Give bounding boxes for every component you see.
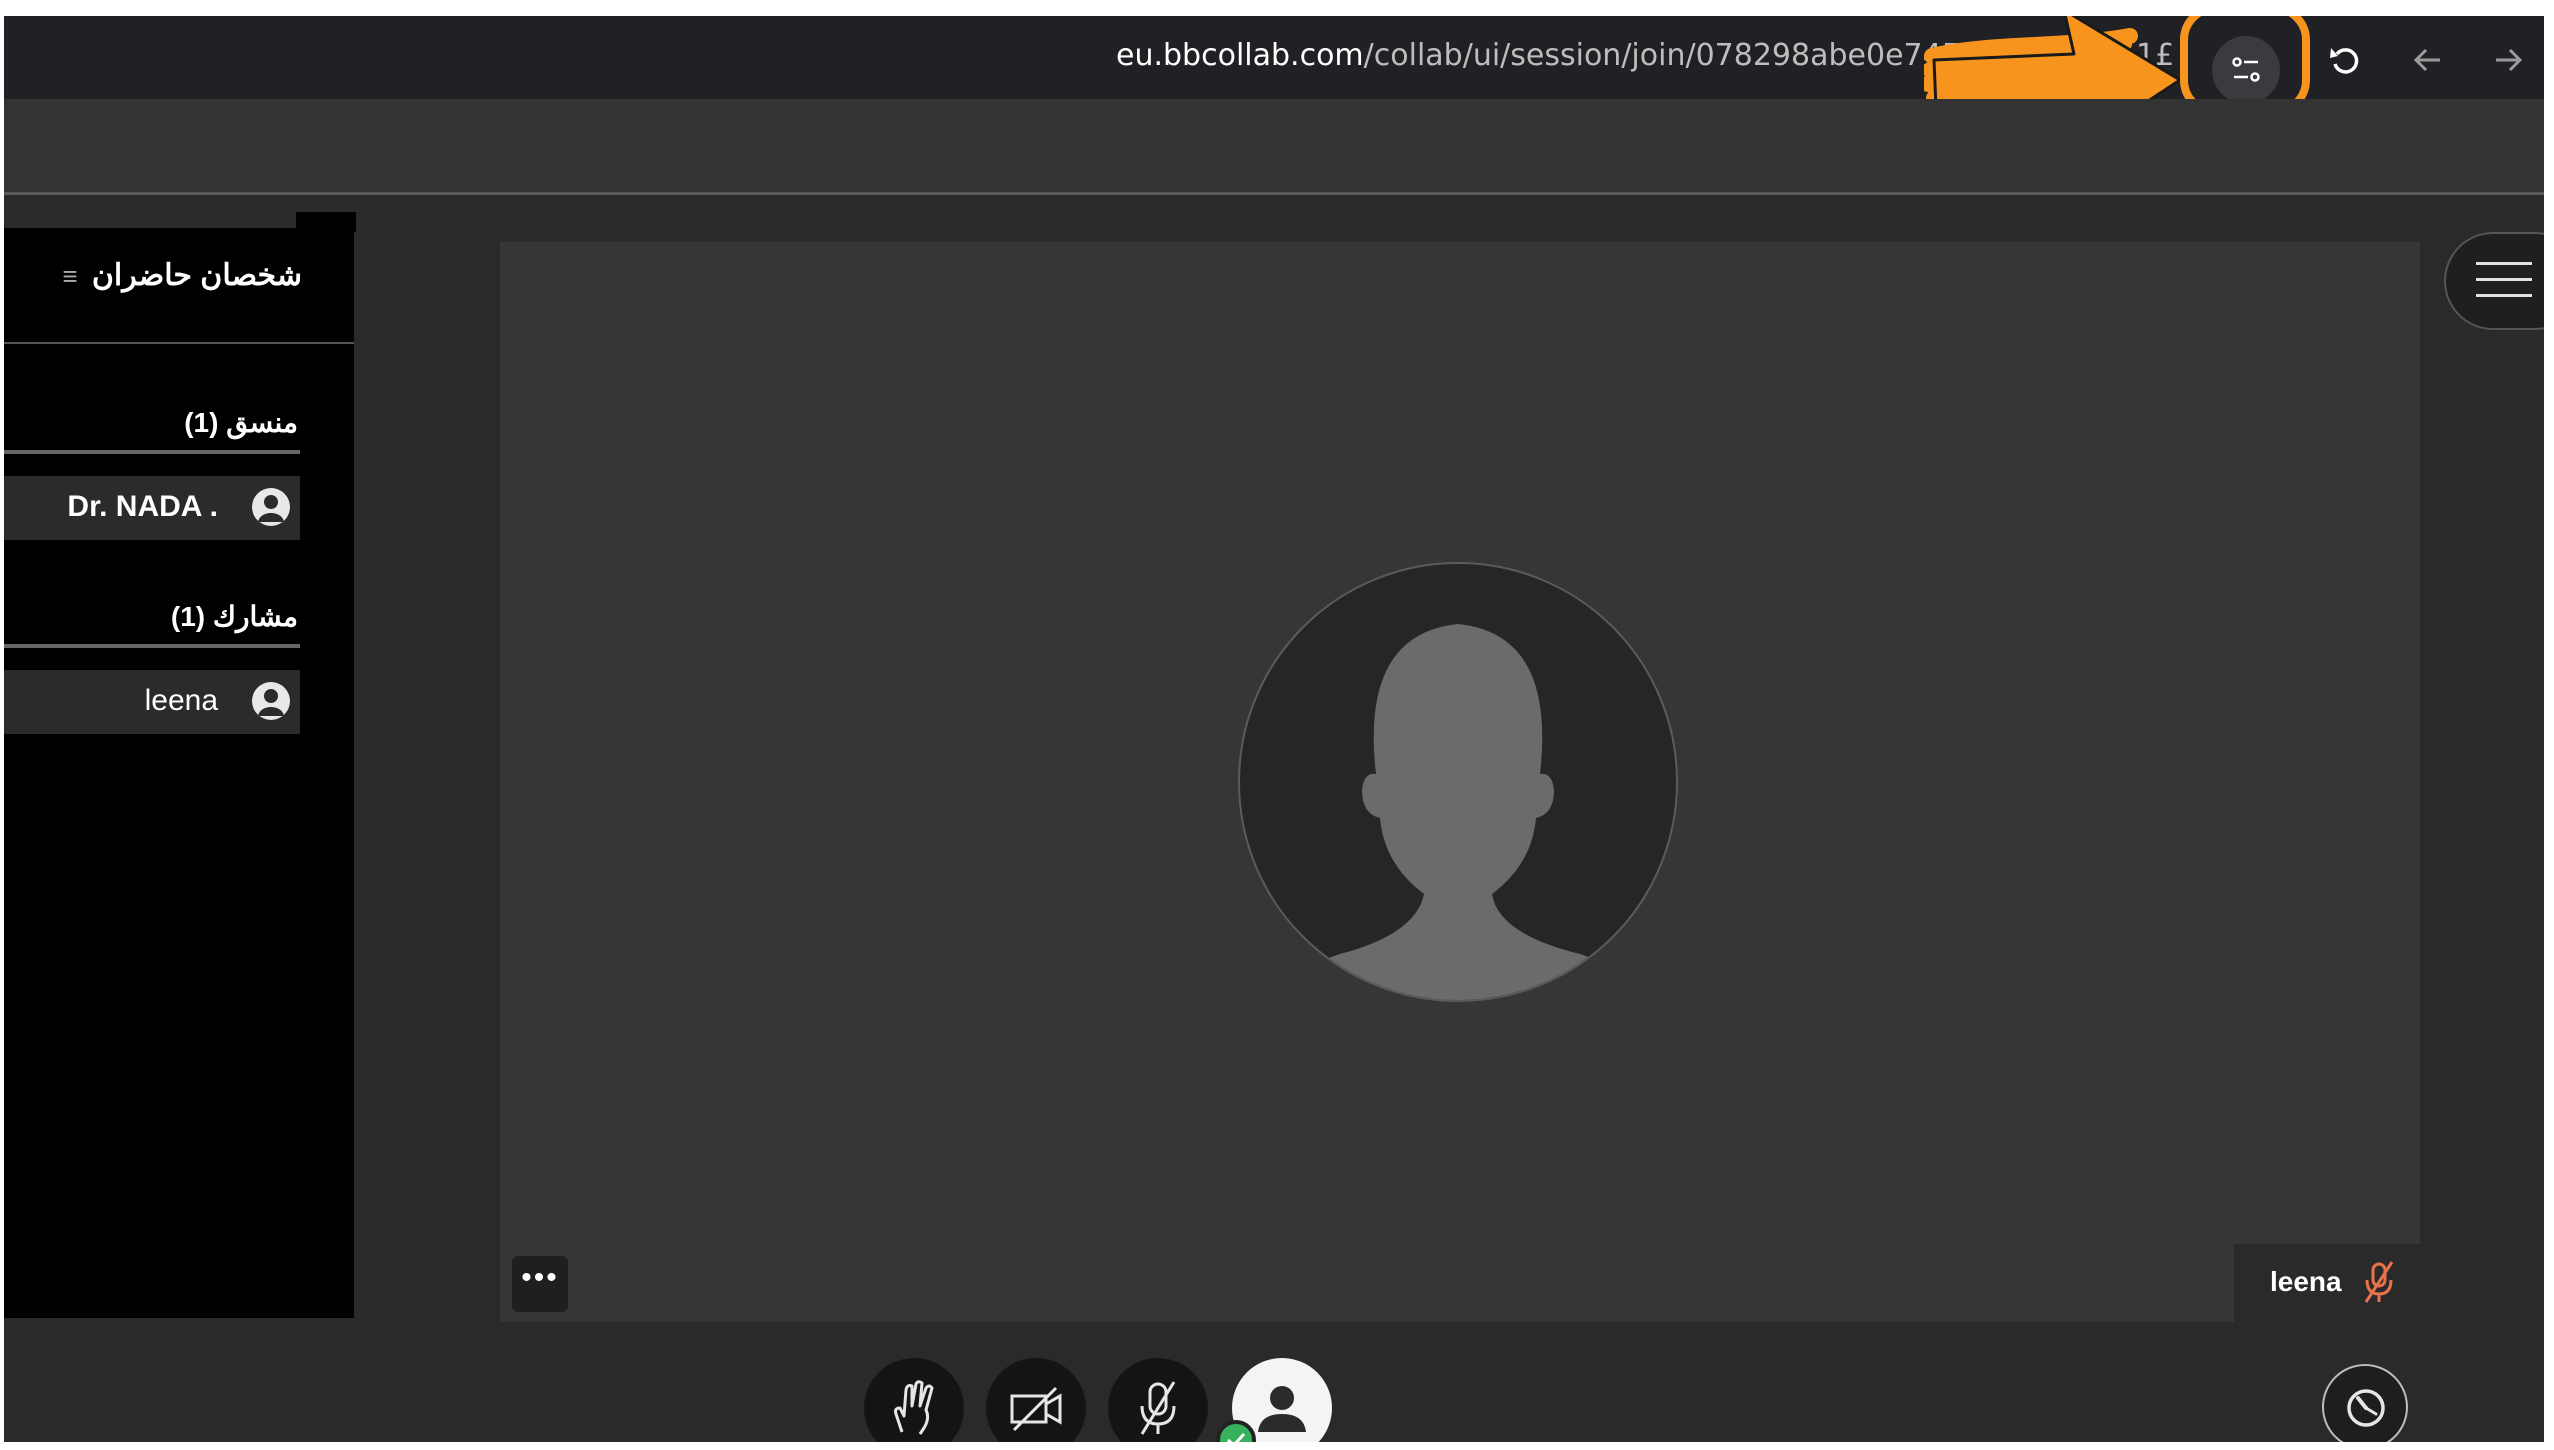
open-panel-button[interactable] [2444, 232, 2544, 330]
attendee-row[interactable]: Dr. NADA . [4, 476, 300, 540]
profile-avatar-icon [1258, 1386, 1306, 1432]
user-silhouette-icon [1238, 562, 1678, 1002]
attendees-title[interactable]: شخصان حاضران ≡ [62, 258, 302, 293]
section-divider [4, 644, 300, 648]
browser-window: eu.bbcollab.com/collab/ui/session/join/0… [4, 16, 2544, 1442]
url-path: /collab/ui/session/join/078298abe0e745 [1363, 38, 1961, 73]
mic-off-icon [1140, 1381, 1176, 1435]
reload-icon[interactable] [2326, 40, 2366, 80]
user-avatar-icon [252, 682, 290, 720]
address-bar[interactable]: eu.bbcollab.com/collab/ui/session/join/0… [4, 16, 2544, 152]
attendee-name: Dr. NADA . [67, 490, 218, 523]
attendee-row[interactable]: leena [4, 670, 300, 734]
url-host: eu.bbcollab.com [1116, 38, 1364, 73]
browser-toolbar [4, 99, 2544, 195]
attendees-panel: شخصان حاضران ≡ منسق (1) Dr. NADA . مشارك… [4, 228, 354, 1318]
camera-off-icon [1010, 1386, 1062, 1432]
hand-icon [894, 1380, 934, 1435]
connection-status-button[interactable] [2322, 1364, 2408, 1442]
participants-header: مشارك (1) [170, 601, 298, 632]
speaker-name: leena [2270, 1266, 2342, 1297]
back-icon[interactable] [2408, 40, 2448, 80]
hamburger-icon [2476, 262, 2532, 310]
menu-lines-icon: ≡ [62, 261, 78, 291]
section-divider [4, 450, 300, 454]
mic-muted-icon [2364, 1261, 2394, 1303]
attendee-name: leena [144, 684, 218, 717]
panel-divider [4, 342, 354, 344]
gauge-icon [2347, 1389, 2385, 1427]
more-options-button[interactable]: ••• [512, 1256, 568, 1312]
main-video-tile: ••• leena [500, 242, 2420, 1322]
speaker-name-tag: leena [2234, 1244, 2420, 1322]
moderators-header: منسق (1) [184, 407, 298, 438]
forward-icon[interactable] [2488, 40, 2528, 80]
user-avatar-icon [252, 488, 290, 526]
url-text[interactable]: eu.bbcollab.com/collab/ui/session/join/0… [1116, 38, 1961, 73]
